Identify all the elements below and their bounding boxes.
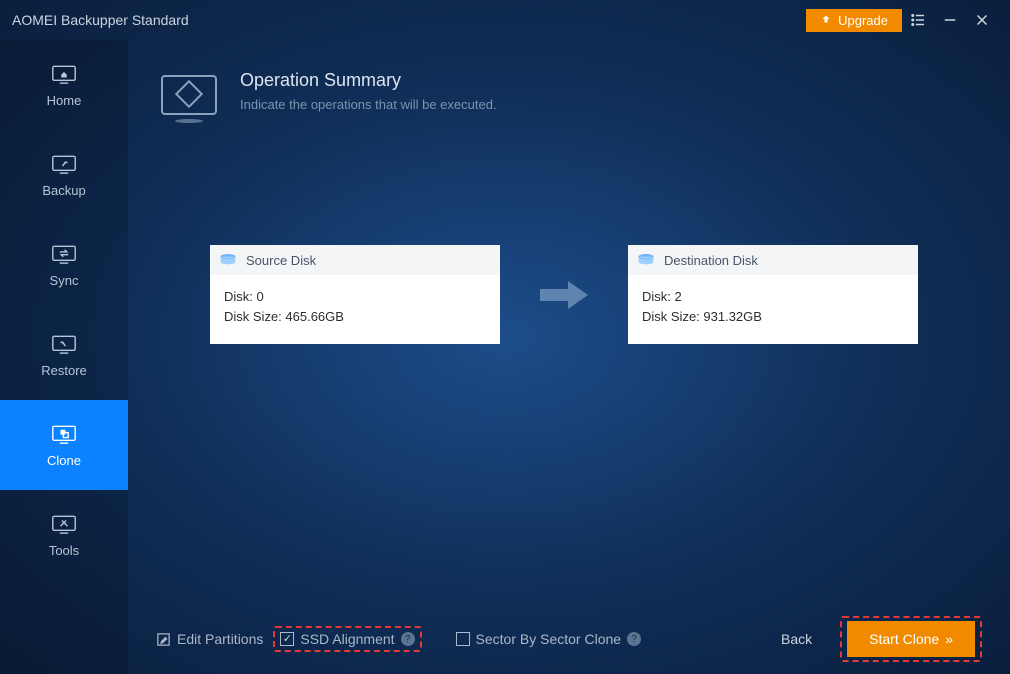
help-icon[interactable]: ? — [627, 632, 641, 646]
ssd-alignment-highlight: SSD Alignment ? — [273, 626, 421, 652]
upgrade-button[interactable]: Upgrade — [806, 9, 902, 32]
sidebar-item-sync[interactable]: Sync — [0, 220, 128, 310]
sidebar-item-tools[interactable]: Tools — [0, 490, 128, 580]
edit-partitions-button[interactable]: Edit Partitions — [156, 631, 263, 647]
close-icon[interactable] — [966, 4, 998, 36]
source-disk-card[interactable]: Source Disk Disk: 0 Disk Size: 465.66GB — [210, 245, 500, 344]
ssd-alignment-checkbox[interactable]: SSD Alignment ? — [280, 631, 414, 647]
page-subtitle: Indicate the operations that will be exe… — [240, 97, 497, 112]
sidebar-item-clone[interactable]: Clone — [0, 400, 128, 490]
sidebar-item-label: Tools — [49, 543, 79, 558]
sector-clone-label: Sector By Sector Clone — [476, 631, 622, 647]
start-clone-label: Start Clone — [869, 631, 939, 647]
checkbox-checked-icon — [280, 632, 294, 646]
start-clone-highlight: Start Clone » — [840, 616, 982, 662]
start-clone-button[interactable]: Start Clone » — [847, 621, 975, 657]
disk-icon — [220, 254, 236, 266]
destination-disk-number: Disk: 2 — [642, 287, 904, 307]
sidebar: Home Backup Sync Restore Clone Tools — [0, 40, 128, 674]
destination-disk-card[interactable]: Destination Disk Disk: 2 Disk Size: 931.… — [628, 245, 918, 344]
disk-icon — [638, 254, 654, 266]
sidebar-item-label: Home — [47, 93, 82, 108]
sidebar-item-backup[interactable]: Backup — [0, 130, 128, 220]
source-disk-size: Disk Size: 465.66GB — [224, 307, 486, 327]
back-button[interactable]: Back — [781, 631, 812, 647]
sidebar-item-label: Sync — [50, 273, 79, 288]
chevron-right-icon: » — [945, 631, 953, 647]
monitor-icon — [158, 70, 220, 125]
sidebar-item-label: Clone — [47, 453, 81, 468]
sidebar-item-home[interactable]: Home — [0, 40, 128, 130]
menu-icon[interactable] — [902, 4, 934, 36]
sidebar-item-restore[interactable]: Restore — [0, 310, 128, 400]
edit-partitions-label: Edit Partitions — [177, 631, 263, 647]
checkbox-unchecked-icon — [456, 632, 470, 646]
sector-by-sector-checkbox[interactable]: Sector By Sector Clone ? — [456, 631, 642, 647]
upgrade-label: Upgrade — [838, 13, 888, 28]
source-disk-title: Source Disk — [246, 253, 316, 268]
app-title: AOMEI Backupper Standard — [12, 12, 806, 28]
destination-disk-title: Destination Disk — [664, 253, 758, 268]
arrow-icon — [536, 277, 592, 313]
destination-disk-size: Disk Size: 931.32GB — [642, 307, 904, 327]
sidebar-item-label: Restore — [41, 363, 87, 378]
sidebar-item-label: Backup — [42, 183, 85, 198]
help-icon[interactable]: ? — [401, 632, 415, 646]
source-disk-number: Disk: 0 — [224, 287, 486, 307]
minimize-icon[interactable] — [934, 4, 966, 36]
ssd-alignment-label: SSD Alignment — [300, 631, 394, 647]
page-title: Operation Summary — [240, 70, 497, 91]
